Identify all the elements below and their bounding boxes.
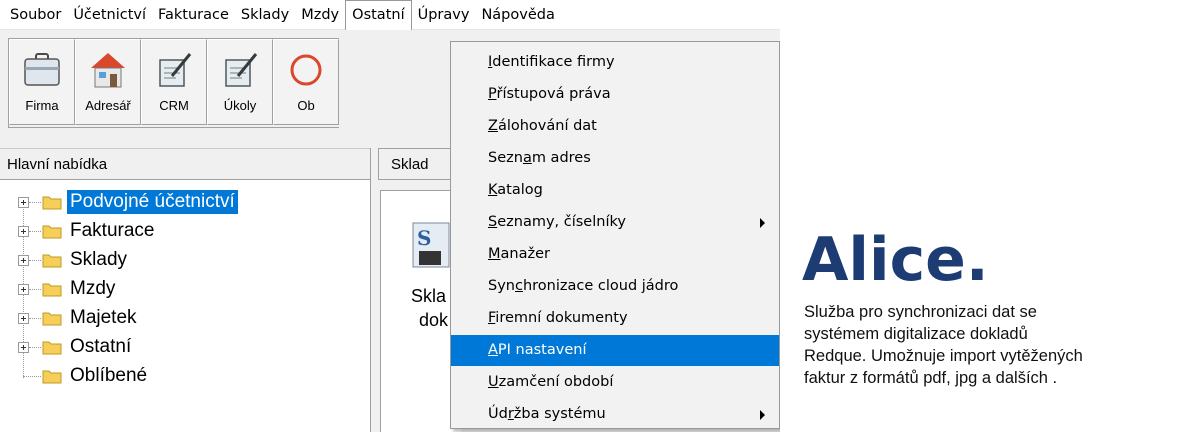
ukoly-label: Úkoly [223,98,257,113]
menuitem-udrzba-systemu[interactable]: Údržba systému [451,399,779,430]
content-text: dok [419,310,449,330]
menu-ostatni[interactable]: Ostatní [345,0,412,30]
firma-button[interactable]: Firma [9,39,75,125]
menuitem-api-nastaveni[interactable]: API nastavení [451,335,779,366]
menuitem-uzamceni-obdobi[interactable]: Uzamčení období [451,367,779,398]
briefcase-icon [24,53,60,86]
tree-item-fakturace[interactable]: Fakturace [8,217,157,245]
promo-text-line: faktur z formátů pdf, jpg a dalších . [804,369,1058,387]
folder-icon [42,196,62,210]
folder-icon [42,370,62,384]
tree-item-label: Podvojné účetnictví [67,190,238,214]
svg-text:Alice.: Alice. [802,225,989,290]
submenu-arrow-icon [760,218,765,228]
menu-fakturace[interactable]: Fakturace [152,0,235,30]
content-area: S Skla dok [380,190,461,432]
application-window: Soubor Účetnictví Fakturace Sklady Mzdy … [0,0,780,432]
folder-icon [42,341,62,355]
tree-item-mzdy[interactable]: Mzdy [8,275,118,303]
navigation-tree: Podvojné účetnictví Fakturace Sklady Mzd… [8,188,368,432]
menuitem-manazer[interactable]: Manažer [451,239,779,270]
ob-label: Ob [297,98,315,113]
crm-button[interactable]: CRM [141,39,207,125]
tree-item-podvojne-ucetnictvi[interactable]: Podvojné účetnictví [8,188,238,216]
menuitem-label: Seznamy, číselníky [488,214,626,230]
promo-text-line: Služba pro synchronizaci dat se [804,303,1037,321]
house-icon [91,53,125,88]
tree-item-label: Fakturace [70,220,155,241]
menu-sklady[interactable]: Sklady [235,0,295,30]
tree-item-label: Ostatní [70,336,132,357]
firma-label: Firma [25,98,59,113]
main-menu-panel: Hlavní nabídka Podvojné účetnictví Faktu… [0,148,371,432]
svg-text:S: S [417,226,431,250]
notepad-icon [159,53,192,87]
crm-label: CRM [159,98,189,113]
menu-mzdy[interactable]: Mzdy [295,0,345,30]
expand-icon[interactable] [18,225,29,237]
menuitem-seznamy-ciselniky[interactable]: Seznamy, číselníky [451,207,779,238]
alice-promo: Alice. Služba pro synchronizaci dat se s… [794,200,1184,432]
expand-icon[interactable] [18,254,29,266]
menu-ucetnictvi[interactable]: Účetnictví [67,0,152,30]
menuitem-identifikace-firmy[interactable]: Identifikace firmy [451,47,779,78]
menu-bar: Soubor Účetnictví Fakturace Sklady Mzdy … [0,0,780,30]
promo-text-line: Redque. Umožnuje import vytěžených [804,347,1083,365]
menuitem-pristupova-prava[interactable]: Přístupová práva [451,79,779,110]
folder-icon [42,312,62,326]
folder-icon [42,225,62,239]
menuitem-katalog[interactable]: Katalog [451,175,779,206]
menu-upravy[interactable]: Úpravy [412,0,476,30]
ostatni-dropdown-menu: Identifikace firmy Přístupová práva Zálo… [450,41,780,429]
panel-header: Hlavní nabídka [0,148,370,180]
ob-button[interactable]: Ob [273,39,339,125]
tree-item-oblibene[interactable]: Oblíbené [8,362,150,390]
adresar-button[interactable]: Adresář [75,39,141,125]
alice-logo: Alice. [802,225,989,290]
menuitem-seznam-adres[interactable]: Seznam adres [451,143,779,174]
tree-item-label: Sklady [70,249,128,270]
folder-icon [42,283,62,297]
menuitem-zalohovani-dat[interactable]: Zálohování dat [451,111,779,142]
expand-icon[interactable] [18,283,29,295]
promo-text-line: systémem digitalizace dokladů [804,325,1028,343]
menuitem-firemni-dokumenty[interactable]: Firemní dokumenty [451,303,779,334]
tree-item-majetek[interactable]: Majetek [8,304,140,332]
menuitem-label: Údržba systému [488,406,606,422]
clock-icon [290,54,322,86]
expand-icon[interactable] [18,312,29,324]
notepad-icon [225,53,258,87]
tree-item-ostatni[interactable]: Ostatní [8,333,134,361]
tree-item-sklady[interactable]: Sklady [8,246,130,274]
submenu-arrow-icon [760,410,765,420]
folder-icon [42,254,62,268]
menu-napoveda[interactable]: Nápověda [475,0,560,30]
tree-item-label: Majetek [70,307,137,328]
menu-soubor[interactable]: Soubor [4,0,67,30]
tree-item-label: Mzdy [70,278,116,299]
expand-icon[interactable] [18,196,29,208]
tree-item-label: Oblíbené [70,365,148,386]
ukoly-button[interactable]: Úkoly [207,39,273,125]
menuitem-synchronizace-cloud[interactable]: Synchronizace cloud jádro [451,271,779,302]
adresar-label: Adresář [85,98,131,113]
expand-icon[interactable] [18,341,29,353]
document-icon: S [412,222,450,268]
content-text: Skla [411,286,447,306]
